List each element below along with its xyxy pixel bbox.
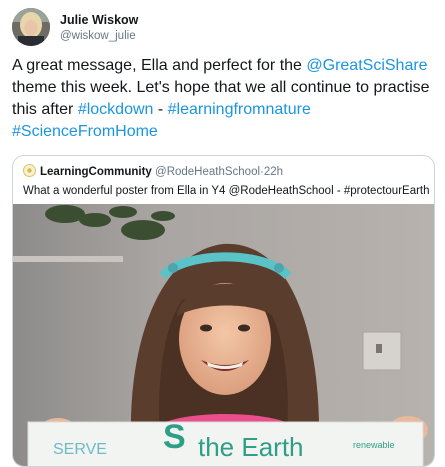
mention-link[interactable]: @GreatSciShare [306, 57, 427, 74]
poster-text-right: renewable [353, 440, 395, 450]
poster-text-left: SERVE [53, 441, 107, 458]
quoted-tweet-card[interactable]: LearningCommunity @RodeHeathSchool·22h W… [12, 155, 435, 467]
hashtag-link[interactable]: #lockdown [78, 101, 154, 118]
hashtag-link[interactable]: #learningfromnature [168, 101, 311, 118]
quoted-author-handle[interactable]: @RodeHeathSchool [155, 166, 260, 178]
profile-photo-icon [12, 8, 50, 46]
poster-text-s: S [163, 418, 186, 456]
tweet-text-segment: - [153, 101, 168, 118]
author-handle[interactable]: @wiskow_julie [60, 28, 138, 44]
author-display-name[interactable]: Julie Wiskow [60, 12, 138, 28]
girl-with-poster-photo-icon: SERVE S the Earth renewable [13, 204, 434, 466]
school-logo-icon [23, 164, 36, 177]
quoted-photo[interactable]: SERVE S the Earth renewable [13, 204, 434, 466]
tweet-header: Julie Wiskow @wiskow_julie [12, 8, 432, 48]
author-names: Julie Wiskow @wiskow_julie [60, 12, 138, 44]
tweet-text: A great message, Ella and perfect for th… [12, 55, 437, 143]
author-avatar[interactable] [12, 8, 50, 46]
quoted-author-name[interactable]: LearningCommunity [40, 166, 152, 178]
poster-text-main: the Earth [198, 432, 304, 462]
quoted-tweet-text: What a wonderful poster from Ella in Y4 … [23, 185, 430, 197]
quoted-tweet-header: LearningCommunity @RodeHeathSchool·22h [23, 164, 283, 180]
quoted-timestamp[interactable]: 22h [264, 166, 283, 178]
tweet-text-segment: A great message, Ella and perfect for th… [12, 57, 307, 74]
hashtag-link[interactable]: #ScienceFromHome [12, 123, 158, 140]
